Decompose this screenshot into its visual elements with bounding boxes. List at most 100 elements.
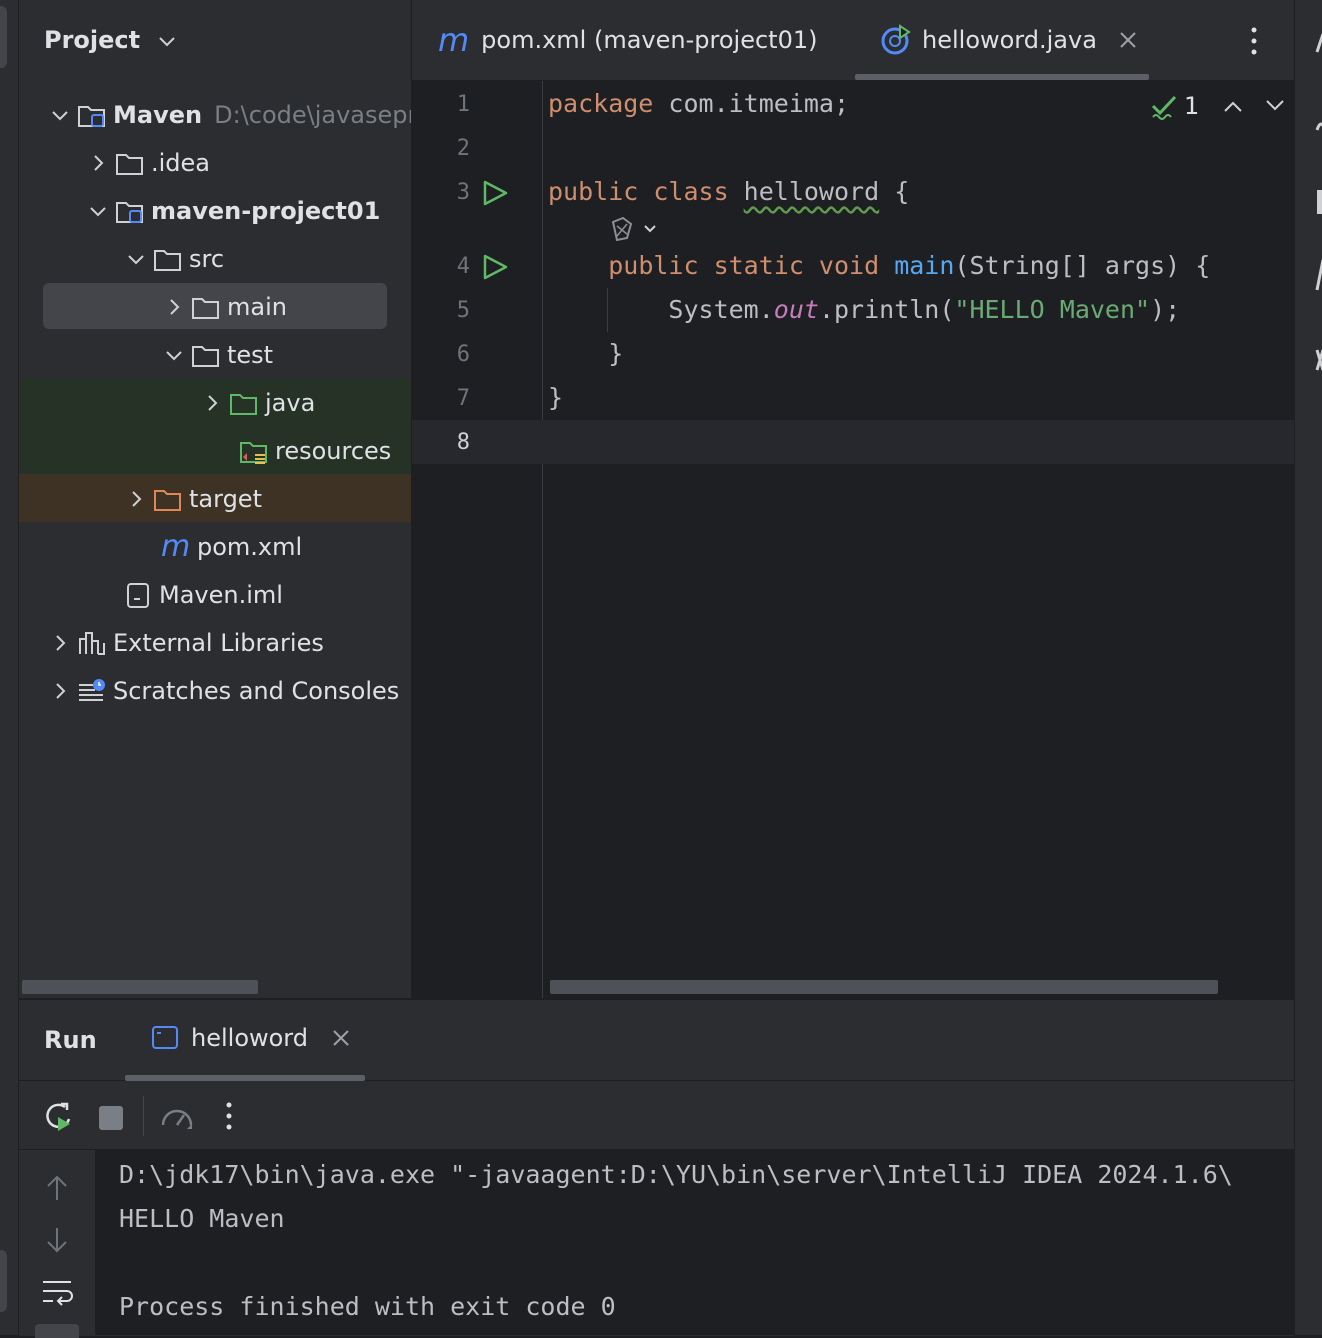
iml-file-icon	[127, 583, 149, 608]
tab-pom-xml[interactable]: m pom.xml (maven-project01)	[438, 0, 817, 80]
maven-icon: m	[161, 529, 191, 564]
library-icon	[79, 632, 105, 655]
tree-item-main[interactable]: main	[19, 283, 411, 331]
maven-icon: m	[438, 21, 470, 59]
tree-item-test[interactable]: test	[19, 331, 411, 379]
line-number: 8	[456, 430, 470, 455]
folder-icon	[154, 250, 181, 271]
tool-window-button[interactable]	[0, 1250, 7, 1312]
tree-item-label: pom.xml	[197, 533, 303, 561]
module-folder-icon	[78, 106, 105, 127]
current-line-highlight	[412, 420, 1294, 464]
tree-item-label: java	[265, 389, 316, 417]
chevron-down-icon[interactable]	[1265, 99, 1285, 113]
tree-item-path: D:\code\javasepr	[214, 101, 411, 129]
tree-item-label: .idea	[151, 149, 211, 177]
folder-icon	[192, 298, 219, 319]
chevron-right-icon[interactable]	[125, 488, 147, 510]
run-class-icon[interactable]	[482, 179, 510, 207]
rerun-icon[interactable]	[43, 1101, 75, 1133]
tree-item-scratches[interactable]: Scratches and Consoles	[19, 667, 411, 715]
chevron-right-icon[interactable]	[163, 296, 185, 318]
tree-item-maven[interactable]: Maven D:\code\javasepr	[19, 91, 411, 139]
chevron-right-icon[interactable]	[87, 152, 109, 174]
editor-horizontal-scrollbar[interactable]	[550, 980, 1218, 994]
line-number: 5	[456, 298, 470, 323]
left-tool-strip	[0, 0, 18, 1335]
folder-icon	[192, 346, 219, 367]
line-number: 1	[456, 92, 470, 117]
arrow-down-icon[interactable]	[45, 1226, 69, 1254]
chevron-up-icon[interactable]	[1223, 99, 1243, 113]
project-view-selector[interactable]: Project	[44, 26, 176, 54]
run-tab-bar: Run helloword	[19, 1000, 1294, 1081]
run-tab-helloword[interactable]: helloword	[151, 1024, 350, 1052]
tree-item-src[interactable]: src	[19, 235, 411, 283]
project-horizontal-scrollbar[interactable]	[22, 980, 258, 994]
tree-item-label: External Libraries	[113, 629, 324, 657]
tree-item-label: resources	[275, 437, 392, 465]
close-icon[interactable]	[1119, 31, 1137, 49]
console-line: Process finished with exit code 0	[119, 1292, 616, 1321]
more-tabs-icon[interactable]	[1246, 26, 1262, 56]
toolbar-divider	[143, 1096, 144, 1136]
tree-item-java[interactable]: java	[19, 379, 411, 427]
chevron-down-icon[interactable]	[125, 248, 147, 270]
active-tab-indicator	[855, 74, 1149, 80]
code-line-4: public static void main(String[] args) {	[608, 251, 1211, 280]
line-number: 2	[456, 136, 470, 161]
more-actions-icon[interactable]	[221, 1101, 237, 1131]
run-main-icon[interactable]	[482, 253, 510, 281]
console-side-toolbar	[19, 1150, 95, 1338]
line-number: 6	[456, 342, 470, 367]
tree-item-label: src	[189, 245, 225, 273]
chevron-down-icon[interactable]	[87, 200, 109, 222]
tree-item-label: maven-project01	[151, 197, 381, 225]
project-title: Project	[44, 26, 141, 54]
tree-item-target[interactable]: target	[19, 475, 411, 523]
stop-icon[interactable]	[99, 1106, 123, 1130]
tool-window-button[interactable]	[0, 6, 7, 68]
tree-item-resources[interactable]: resources	[19, 427, 411, 475]
folder-icon	[116, 154, 143, 175]
console-line: HELLO Maven	[119, 1204, 285, 1233]
chevron-down-icon	[159, 37, 176, 47]
tree-item-maven-iml[interactable]: Maven.iml	[19, 571, 411, 619]
chevron-right-icon[interactable]	[49, 680, 71, 702]
right-toolbar-icons[interactable]	[1295, 0, 1322, 400]
chevron-right-icon[interactable]	[49, 632, 71, 654]
run-title: Run	[44, 1026, 97, 1054]
chevron-down-icon[interactable]	[163, 344, 185, 366]
tree-item-external-libraries[interactable]: External Libraries	[19, 619, 411, 667]
check-icon	[1151, 95, 1177, 120]
tree-item-pom-xml[interactable]: m pom.xml	[19, 523, 411, 571]
project-tool-window: Project Maven D:\code\javasepr .idea mav…	[19, 0, 411, 998]
chevron-right-icon[interactable]	[201, 392, 223, 414]
editor-tab-bar: m pom.xml (maven-project01) helloword.ja…	[412, 0, 1294, 81]
console-line: D:\jdk17\bin\java.exe "-javaagent:D:\YU\…	[119, 1160, 1233, 1189]
tree-item-idea[interactable]: .idea	[19, 139, 411, 187]
tree-item-label: test	[227, 341, 274, 369]
tool-window-button[interactable]	[35, 1324, 79, 1338]
tab-label: pom.xml (maven-project01)	[481, 26, 818, 54]
java-class-run-icon	[881, 24, 911, 55]
console-output[interactable]: D:\jdk17\bin\java.exe "-javaagent:D:\YU\…	[95, 1150, 1294, 1335]
test-resources-folder-icon	[240, 442, 267, 464]
soft-wrap-icon[interactable]	[41, 1278, 73, 1306]
line-number: 7	[456, 386, 470, 411]
inspection-widget[interactable]: 1	[1150, 92, 1285, 120]
arrow-up-icon[interactable]	[45, 1174, 69, 1202]
profiler-icon[interactable]	[159, 1101, 195, 1133]
inspection-count: 1	[1184, 92, 1200, 120]
scratches-icon	[79, 679, 105, 701]
tab-helloword-java[interactable]: helloword.java	[880, 0, 1137, 80]
close-icon[interactable]	[332, 1029, 350, 1047]
right-tool-strip	[1294, 0, 1322, 1335]
ai-assistant-icon[interactable]	[609, 214, 661, 244]
tree-item-maven-project01[interactable]: maven-project01	[19, 187, 411, 235]
module-folder-icon	[116, 202, 143, 223]
chevron-down-icon[interactable]	[49, 104, 71, 126]
tree-item-label: Maven.iml	[159, 581, 283, 609]
tree-item-label: main	[227, 293, 287, 321]
code-line-5: System.out.println("HELLO Maven");	[668, 295, 1181, 324]
